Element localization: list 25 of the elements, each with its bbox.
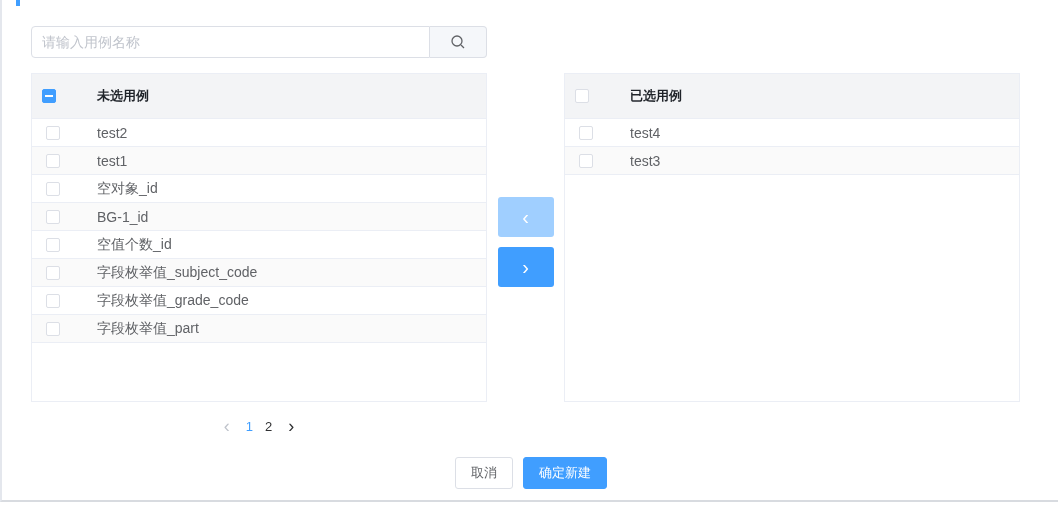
item-label: test4 — [630, 124, 661, 141]
panel-title: 已选用例 — [630, 87, 682, 105]
item-label: test2 — [97, 124, 128, 141]
item-label: 字段枚举值_part — [97, 319, 199, 338]
item-label: 空对象_id — [97, 179, 158, 198]
item-label: 字段枚举值_grade_code — [97, 291, 249, 310]
page-number[interactable]: 2 — [259, 419, 279, 434]
search-field[interactable]: 请输入用例名称 — [31, 26, 430, 58]
list-row[interactable]: test1 — [32, 147, 486, 175]
list-row[interactable]: 字段枚举值_part — [32, 315, 486, 343]
list-row[interactable]: test3 — [565, 147, 1019, 175]
item-label: 字段枚举值_subject_code — [97, 263, 258, 282]
item-label: 空值个数_id — [97, 235, 172, 254]
item-label: BG-1_id — [97, 208, 149, 225]
list-row[interactable]: BG-1_id — [32, 203, 486, 231]
search-button[interactable] — [430, 26, 487, 58]
search-icon — [451, 35, 465, 49]
accent-bar — [16, 0, 20, 6]
checkbox[interactable] — [42, 89, 56, 103]
item-label: test1 — [97, 152, 128, 169]
item-label: test3 — [630, 152, 661, 169]
next-page-button[interactable]: › — [278, 416, 305, 437]
panel-title: 未选用例 — [97, 87, 149, 105]
cancel-button[interactable]: 取消 — [455, 457, 513, 489]
list-row[interactable]: 字段枚举值_subject_code — [32, 259, 486, 287]
